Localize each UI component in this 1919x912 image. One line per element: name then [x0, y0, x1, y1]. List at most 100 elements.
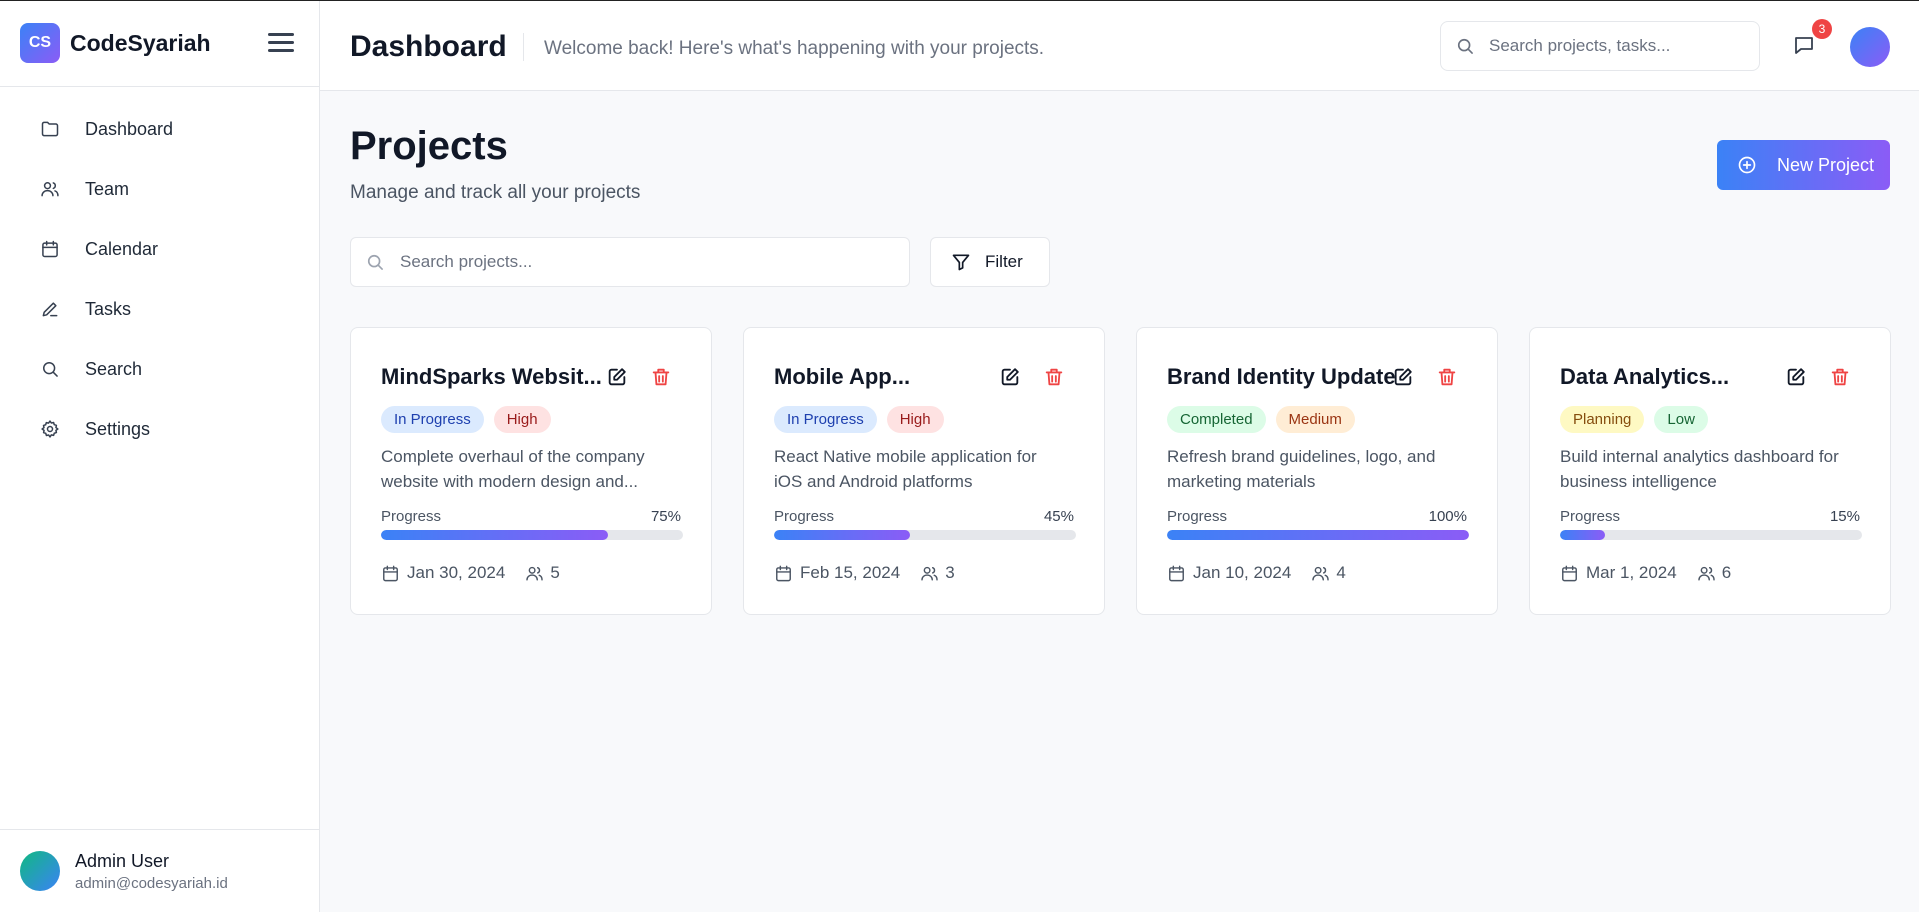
project-description: React Native mobile application for iOS … — [774, 444, 1084, 494]
edit-icon — [1001, 368, 1019, 386]
status-badge: Planning — [1560, 406, 1645, 433]
progress-value: 15% — [1829, 508, 1860, 525]
sidebar-item-dashboard[interactable]: Dashboard — [0, 99, 319, 159]
new-project-button[interactable]: New Project — [1717, 140, 1890, 190]
user-email: admin@codesyariah.id — [75, 874, 228, 892]
sidebar: CS CodeSyariah Dashboard Team Calendar T… — [0, 0, 320, 912]
delete-button[interactable] — [1043, 366, 1065, 388]
plus-circle-icon — [1738, 156, 1756, 174]
calendar-icon — [40, 239, 60, 259]
user-profile[interactable]: Admin User admin@codesyariah.id — [0, 829, 319, 912]
edit-button[interactable] — [999, 366, 1021, 388]
progress-fill — [1167, 530, 1469, 540]
filter-label: Filter — [985, 252, 1023, 271]
menu-toggle-icon[interactable] — [268, 33, 294, 53]
priority-badge: High — [886, 406, 944, 433]
trash-icon — [1438, 368, 1456, 386]
delete-button[interactable] — [1829, 366, 1851, 388]
trash-icon — [1045, 368, 1063, 386]
trash-icon — [1831, 368, 1849, 386]
progress-value: 45% — [1043, 508, 1074, 525]
brand-logo[interactable]: CS — [20, 23, 60, 63]
sidebar-item-settings[interactable]: Settings — [0, 399, 319, 459]
search-icon — [40, 359, 60, 379]
project-description-line: Complete overhaul of the company — [381, 447, 645, 466]
progress-value: 100% — [1428, 508, 1467, 525]
edit-icon — [1394, 368, 1412, 386]
priority-badge: Medium — [1275, 406, 1355, 433]
delete-button[interactable] — [1436, 366, 1458, 388]
header-divider — [523, 33, 524, 61]
gear-icon — [40, 419, 60, 439]
global-search-input[interactable] — [1489, 36, 1739, 56]
users-icon — [526, 566, 544, 581]
sidebar-item-label: Calendar — [85, 238, 159, 259]
new-project-label: New Project — [1777, 154, 1875, 175]
top-header: Dashboard Welcome back! Here's what's ha… — [320, 1, 1919, 91]
header-avatar[interactable] — [1850, 27, 1890, 67]
project-title: Mobile App... — [774, 364, 911, 389]
calendar-icon — [1169, 565, 1184, 581]
status-badge: Completed — [1167, 406, 1266, 433]
member-count: 3 — [945, 563, 955, 582]
folder-icon — [40, 119, 60, 139]
project-search-input[interactable] — [400, 252, 880, 272]
sidebar-item-label: Team — [85, 178, 130, 199]
filter-button[interactable]: Filter — [930, 237, 1050, 287]
due-date: Mar 1, 2024 — [1586, 563, 1677, 582]
sidebar-item-search[interactable]: Search — [0, 339, 319, 399]
header-title: Dashboard — [350, 30, 507, 63]
project-card[interactable]: Brand Identity Update Completed Medium R… — [1136, 327, 1498, 615]
edit-button[interactable] — [1785, 366, 1807, 388]
messages-button[interactable] — [1792, 33, 1816, 57]
global-search — [1440, 21, 1760, 71]
project-description-line: Build internal analytics dashboard for — [1560, 447, 1839, 466]
pencil-icon — [40, 299, 60, 319]
edit-icon — [1787, 368, 1805, 386]
edit-button[interactable] — [1392, 366, 1414, 388]
notification-badge: 3 — [1812, 19, 1832, 39]
header-subtitle: Welcome back! Here's what's happening wi… — [544, 38, 1045, 59]
sidebar-item-label: Dashboard — [85, 118, 174, 139]
project-description-line: iOS and Android platforms — [774, 472, 973, 491]
project-description-line: marketing materials — [1167, 472, 1316, 491]
users-icon — [1698, 566, 1715, 581]
sidebar-item-label: Settings — [85, 418, 151, 439]
project-card[interactable]: Data Analytics... Planning Low Build int… — [1529, 327, 1891, 615]
sidebar-item-team[interactable]: Team — [0, 159, 319, 219]
project-search — [350, 237, 910, 287]
project-description-line: website with modern design and... — [381, 472, 639, 491]
project-title: Data Analytics... — [1560, 364, 1730, 389]
sidebar-item-label: Tasks — [85, 298, 132, 319]
due-date: Jan 10, 2024 — [1193, 563, 1292, 582]
progress-bar — [1167, 530, 1469, 540]
project-title: Brand Identity Update — [1167, 364, 1396, 389]
sidebar-item-tasks[interactable]: Tasks — [0, 279, 319, 339]
progress-fill — [1560, 530, 1606, 540]
due-date: Feb 15, 2024 — [800, 563, 901, 582]
project-description: Complete overhaul of the company website… — [381, 444, 691, 494]
progress-label: Progress — [381, 508, 442, 525]
member-count: 6 — [1721, 563, 1732, 582]
project-description: Build internal analytics dashboard for b… — [1560, 444, 1870, 494]
delete-button[interactable] — [650, 366, 672, 388]
sidebar-nav: Dashboard Team Calendar Tasks Search Set… — [0, 87, 319, 459]
project-description-line: Refresh brand guidelines, logo, and — [1167, 447, 1436, 466]
edit-button[interactable] — [606, 366, 628, 388]
status-badge: In Progress — [774, 406, 877, 433]
message-icon — [1795, 37, 1813, 54]
sidebar-item-label: Search — [85, 358, 143, 379]
calendar-icon — [776, 565, 791, 581]
users-icon — [921, 566, 938, 581]
calendar-icon — [383, 565, 398, 581]
project-card[interactable]: Mobile App... In Progress High React Nat… — [743, 327, 1105, 615]
user-avatar — [20, 851, 60, 891]
sidebar-item-calendar[interactable]: Calendar — [0, 219, 319, 279]
page-subtitle: Manage and track all your projects — [350, 182, 641, 203]
users-icon — [40, 179, 60, 199]
progress-value: 75% — [650, 508, 681, 525]
project-card[interactable]: MindSparks Websit... In Progress High Co… — [350, 327, 712, 615]
due-date: Jan 30, 2024 — [407, 563, 506, 582]
window-top-border — [0, 0, 1919, 1]
member-count: 4 — [1336, 563, 1346, 582]
